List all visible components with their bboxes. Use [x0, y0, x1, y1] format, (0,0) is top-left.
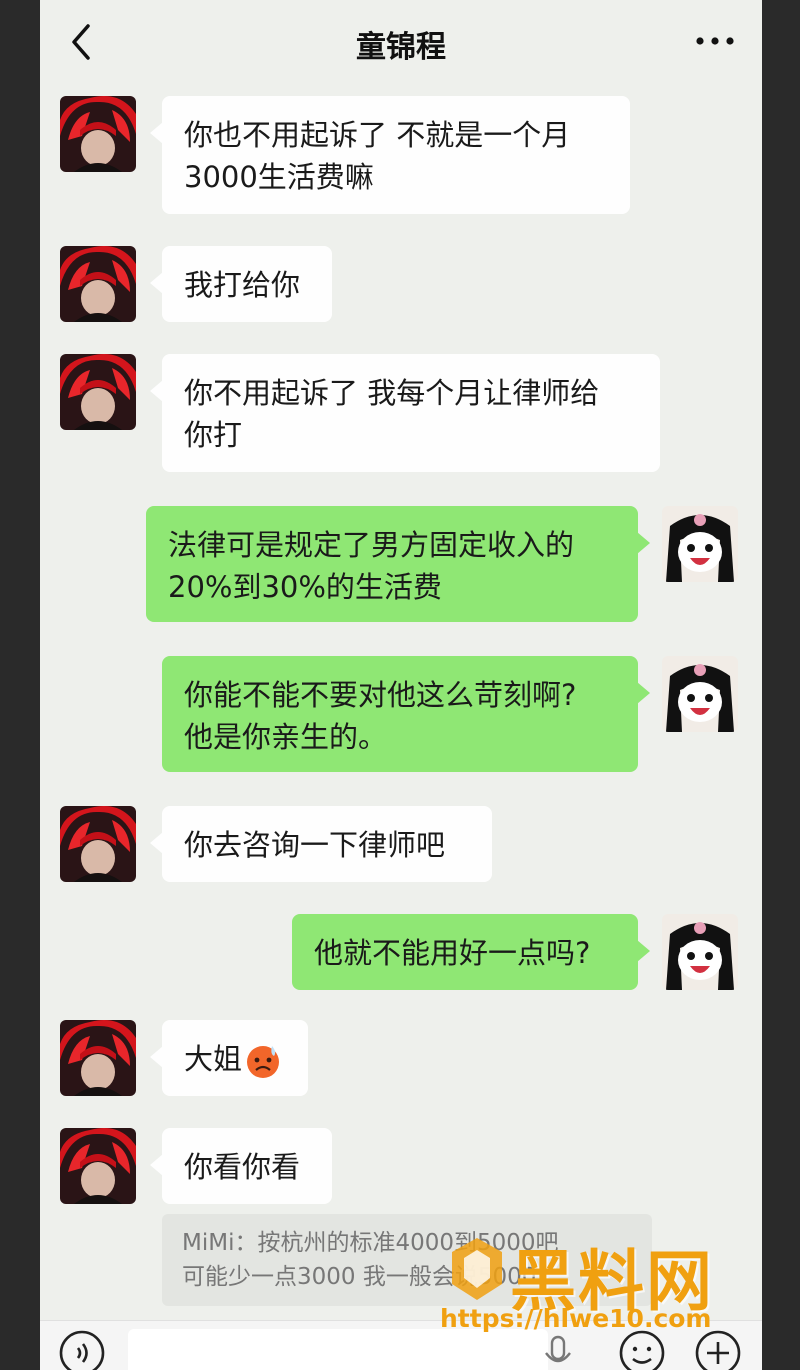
message-line: 我打给你 [184, 268, 301, 302]
message-line: 你看你看 [184, 1150, 301, 1184]
chat-bubble-incoming[interactable]: 你不用起诉了 我每个月让律师给 你打 [150, 354, 660, 472]
chat-bubble-outgoing[interactable]: 法律可是规定了男方固定收入的 20%到30%的生活费 [146, 506, 650, 622]
message-line: 20%到30%的生活费 [168, 570, 442, 604]
message-line: 大姐 [184, 1042, 243, 1076]
chat-header: 童锦程 [40, 0, 762, 86]
message-line: 你不用起诉了 我每个月让律师给 [184, 376, 600, 410]
user-avatar[interactable] [662, 656, 738, 732]
user-avatar[interactable] [662, 914, 738, 990]
chat-bubble-incoming[interactable]: 大姐 [150, 1020, 308, 1096]
chat-bubble-outgoing[interactable]: 他就不能用好一点吗? [292, 914, 650, 990]
watermark-logo-icon [452, 1238, 502, 1300]
message-line: 他是你亲生的。 [184, 720, 388, 754]
message-line: 他就不能用好一点吗? [314, 936, 591, 970]
contact-avatar[interactable] [60, 806, 136, 882]
message-line: 你也不用起诉了 不就是一个月 [184, 118, 571, 152]
chat-bubble-incoming[interactable]: 你去咨询一下律师吧 [150, 806, 492, 882]
voice-icon[interactable] [58, 1329, 106, 1370]
watermark-url: https://hlwe10.com [440, 1304, 712, 1333]
contact-avatar[interactable] [60, 246, 136, 322]
site-watermark: 黑料网 https://hlwe10.com [430, 1228, 770, 1348]
contact-avatar[interactable] [60, 1128, 136, 1204]
chat-bubble-incoming[interactable]: 你也不用起诉了 不就是一个月 3000生活费嘛 [150, 96, 630, 214]
chat-bubble-incoming[interactable]: 我打给你 [150, 246, 332, 322]
contact-avatar[interactable] [60, 354, 136, 430]
message-line: 你去咨询一下律师吧 [184, 828, 446, 862]
chat-title: 童锦程 [356, 30, 446, 65]
user-avatar[interactable] [662, 506, 738, 582]
message-line: 3000生活费嘛 [184, 160, 374, 194]
message-line: 法律可是规定了男方固定收入的 [168, 528, 575, 562]
message-line: 你能不能不要对他这么苛刻啊? [184, 678, 577, 712]
contact-avatar[interactable] [60, 96, 136, 172]
chat-screen: 童锦程 你也不用起诉了 不就是一个月 3000生活费嘛 我打给你 你不用起诉了 … [40, 0, 762, 1370]
chat-bubble-outgoing[interactable]: 你能不能不要对他这么苛刻啊? 他是你亲生的。 [162, 656, 650, 772]
contact-avatar[interactable] [60, 1020, 136, 1096]
more-dots-icon[interactable] [690, 26, 740, 56]
message-line: 你打 [184, 418, 243, 452]
frowning-sweat-emoji [247, 1046, 280, 1078]
chat-bubble-incoming[interactable]: 你看你看 [150, 1128, 332, 1204]
